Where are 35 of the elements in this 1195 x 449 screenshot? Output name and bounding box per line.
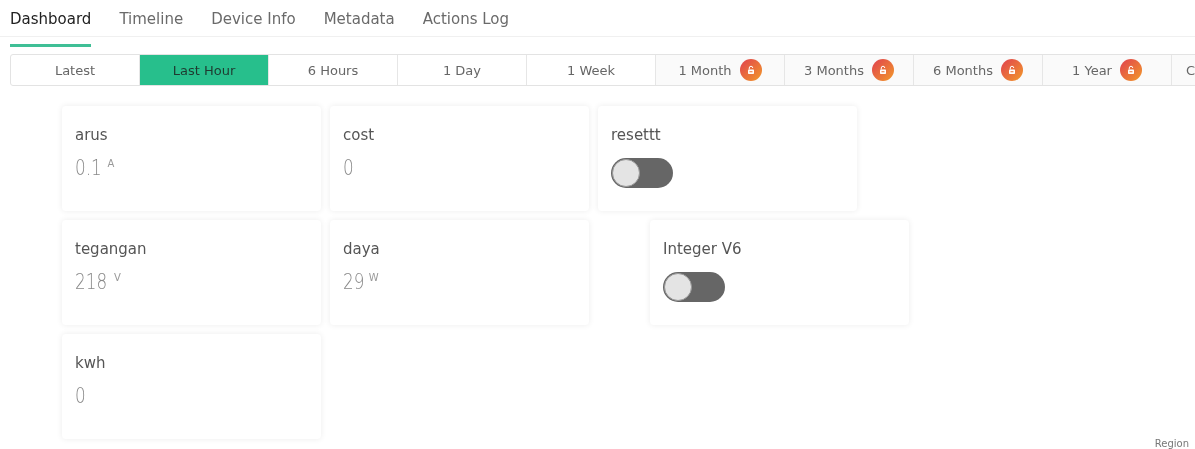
tab[interactable]: Actions Log	[422, 10, 510, 37]
tab[interactable]: Dashboard	[10, 10, 92, 47]
widget-title: arus	[75, 126, 109, 144]
widget-title: tegangan	[75, 240, 148, 258]
lock-icon	[871, 59, 894, 81]
lock-icon	[739, 59, 762, 81]
unit-label: A	[107, 158, 115, 169]
value-text: 0	[343, 156, 354, 180]
range-button[interactable]: C	[1172, 55, 1195, 85]
footer-text: Region	[1154, 438, 1189, 449]
widget-title: Integer V6	[663, 240, 743, 258]
unit-label: W	[368, 272, 379, 283]
widget-title: resettt	[611, 126, 662, 144]
range-button[interactable]: Last Hour	[140, 55, 269, 85]
widget-title: daya	[343, 240, 381, 258]
widget-title: cost	[343, 126, 376, 144]
toggle-switch[interactable]	[663, 272, 725, 302]
value-text: 0	[75, 384, 86, 408]
toggle-switch[interactable]	[611, 158, 673, 188]
range-button[interactable]: 1 Year	[1043, 55, 1172, 85]
value-text: 0.1	[75, 156, 102, 180]
lock-icon	[1000, 59, 1023, 81]
unit-label: V	[114, 272, 121, 283]
tab[interactable]: Metadata	[323, 10, 395, 37]
value-text: 218	[75, 270, 108, 294]
tab[interactable]: Device Info	[211, 10, 296, 37]
range-button[interactable]: 6 Months	[914, 55, 1043, 85]
range-button[interactable]: 1 Day	[398, 55, 527, 85]
range-button[interactable]: 3 Months	[785, 55, 914, 85]
range-button[interactable]: 6 Hours	[269, 55, 398, 85]
widget-title: kwh	[75, 354, 107, 372]
range-button[interactable]: 1 Month	[656, 55, 785, 85]
lock-icon	[1119, 59, 1142, 81]
value-text: 29	[343, 270, 365, 294]
tab[interactable]: Timeline	[119, 10, 184, 37]
